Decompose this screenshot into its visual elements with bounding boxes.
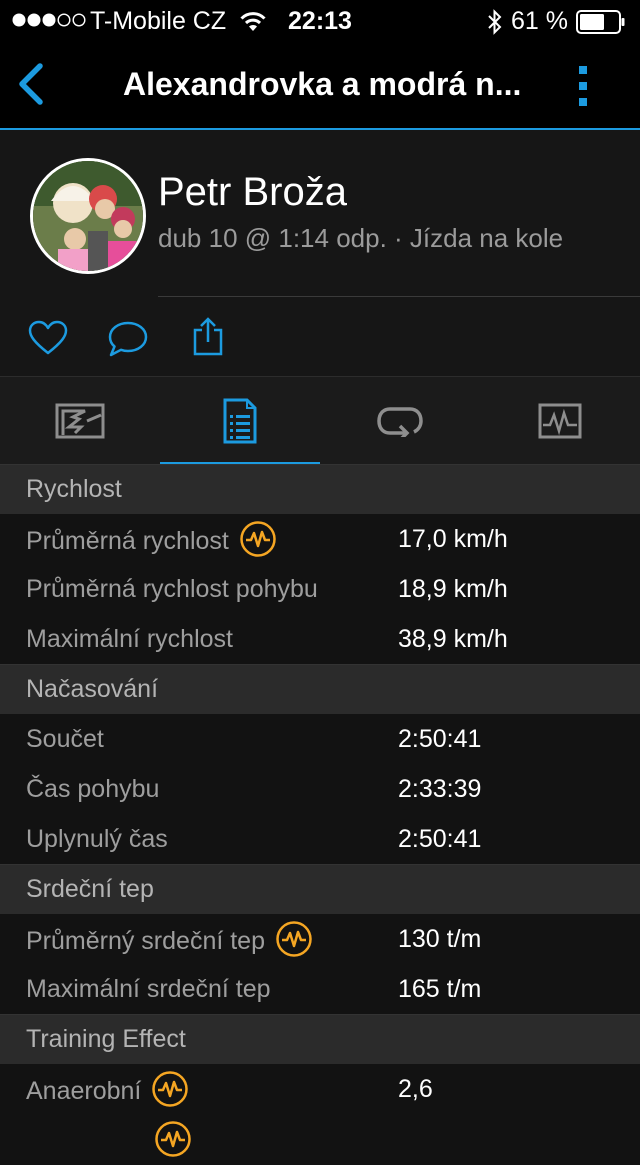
section-header-heart: Srdeční tep <box>0 864 640 914</box>
stat-value: 2:33:39 <box>398 775 482 803</box>
stat-label: Čas pohybu <box>26 775 160 803</box>
avatar[interactable] <box>30 158 146 274</box>
activity-meta: dub 10 @ 1:14 odp. · Jízda na kole <box>158 223 564 253</box>
share-icon[interactable] <box>192 316 224 356</box>
heart-rate-badge-icon[interactable] <box>151 1070 189 1108</box>
comment-bubble-icon[interactable] <box>107 320 149 358</box>
athlete-name: Petr Broža <box>158 170 347 214</box>
map-icon <box>55 403 105 439</box>
tab-charts[interactable] <box>480 377 640 465</box>
stat-row-partial <box>0 1114 640 1164</box>
stat-label: Průměrná rychlost pohybu <box>26 575 318 603</box>
stat-row: Maximální srdeční tep 165 t/m <box>0 964 640 1014</box>
stat-label: Průměrný srdeční tep <box>26 927 265 955</box>
heart-rate-badge-icon[interactable] <box>239 520 277 558</box>
status-right: 61 % <box>487 7 626 36</box>
heart-rate-badge-icon[interactable] <box>154 1120 192 1158</box>
tab-laps[interactable] <box>320 377 480 465</box>
stat-value: 38,9 km/h <box>398 625 508 653</box>
stat-label-clipped <box>26 1135 144 1149</box>
stats-list-icon <box>223 398 257 444</box>
stat-value: 18,9 km/h <box>398 575 508 603</box>
activity-title: Alexandrovka a modrá n... <box>123 66 522 102</box>
heart-icon[interactable] <box>28 320 68 356</box>
bluetooth-icon <box>488 8 502 35</box>
stat-value: 2:50:41 <box>398 725 482 753</box>
section-header-timing: Načasování <box>0 664 640 714</box>
stat-row: Součet 2:50:41 <box>0 714 640 764</box>
stat-value: 130 t/m <box>398 925 482 953</box>
vertical-dots-icon[interactable] <box>576 64 590 108</box>
battery-percent: 61 % <box>511 7 568 35</box>
stat-label: Součet <box>26 725 104 753</box>
stat-value: 2,6 <box>398 1075 433 1103</box>
activity-tabs <box>0 376 640 465</box>
tab-stats[interactable] <box>160 377 320 465</box>
stat-value: 17,0 km/h <box>398 525 508 553</box>
stat-row: Průměrný srdeční tep 130 t/m <box>0 914 640 964</box>
profile-divider <box>158 296 640 297</box>
stats-list: Rychlost Průměrná rychlost 17,0 km/h Prů… <box>0 464 640 1164</box>
status-bar: T-Mobile CZ 22:13 61 % <box>0 0 640 40</box>
charts-icon <box>538 403 582 439</box>
avatar-photo <box>33 161 143 271</box>
laps-icon <box>377 407 423 437</box>
heart-rate-badge-icon[interactable] <box>275 920 313 958</box>
chevron-left-icon[interactable] <box>14 62 46 106</box>
stat-row: Průměrná rychlost 17,0 km/h <box>0 514 640 564</box>
stat-label: Průměrná rychlost <box>26 527 229 555</box>
stat-row: Anaerobní 2,6 <box>0 1064 640 1114</box>
battery-icon <box>576 9 625 34</box>
profile-card: Petr Broža dub 10 @ 1:14 odp. · Jízda na… <box>0 130 640 376</box>
stat-value: 165 t/m <box>398 975 482 1003</box>
section-header-training: Training Effect <box>0 1014 640 1064</box>
stat-value: 2:50:41 <box>398 825 482 853</box>
stat-row: Maximální rychlost 38,9 km/h <box>0 614 640 664</box>
nav-bar: Alexandrovka a modrá n... <box>0 40 640 130</box>
stat-row: Uplynulý čas 2:50:41 <box>0 814 640 864</box>
stat-label: Uplynulý čas <box>26 825 168 853</box>
tab-map[interactable] <box>0 377 160 465</box>
stat-label: Maximální rychlost <box>26 625 233 653</box>
stat-label: Maximální srdeční tep <box>26 975 271 1003</box>
section-header-speed: Rychlost <box>0 464 640 514</box>
stat-label: Anaerobní <box>26 1077 142 1105</box>
stat-row: Průměrná rychlost pohybu 18,9 km/h <box>0 564 640 614</box>
stat-row: Čas pohybu 2:33:39 <box>0 764 640 814</box>
